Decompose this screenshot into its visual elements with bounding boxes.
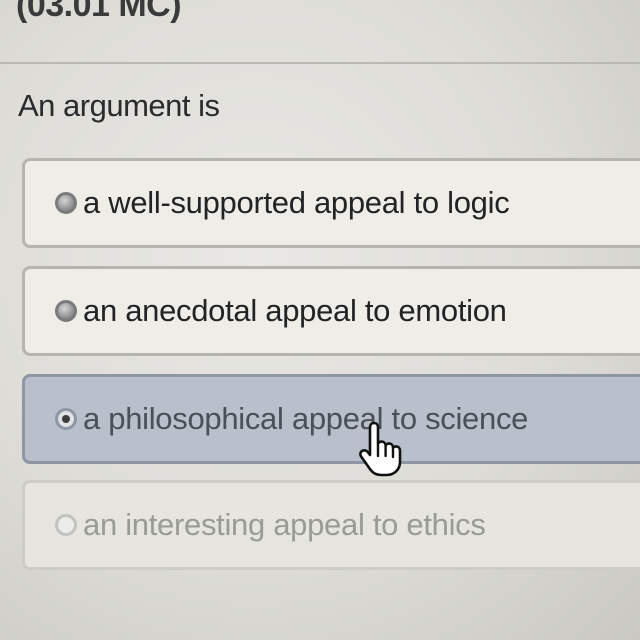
- radio-dot: [62, 415, 70, 423]
- question-number: (03.01 MC): [16, 0, 182, 24]
- answer-option-label: a well-supported appeal to logic: [83, 185, 510, 220]
- radio-button-icon[interactable]: [55, 192, 77, 214]
- answer-option-1[interactable]: a well-supported appeal to logic: [22, 158, 640, 248]
- answer-option-label: a philosophical appeal to science: [83, 401, 529, 436]
- radio-button-icon[interactable]: [55, 300, 77, 322]
- answer-option-label: an anecdotal appeal to emotion: [83, 293, 507, 328]
- answer-option-2[interactable]: an anecdotal appeal to emotion: [22, 266, 640, 356]
- divider: [0, 62, 640, 64]
- answer-option-4[interactable]: an interesting appeal to ethics: [22, 480, 640, 570]
- answer-option-3[interactable]: a philosophical appeal to science: [22, 374, 640, 464]
- radio-button-selected-icon[interactable]: [55, 408, 77, 430]
- radio-button-icon[interactable]: [55, 514, 77, 536]
- answer-option-label: an interesting appeal to ethics: [83, 507, 486, 542]
- hand-pointer-icon: [359, 421, 402, 477]
- question-prompt: An argument is: [18, 88, 220, 123]
